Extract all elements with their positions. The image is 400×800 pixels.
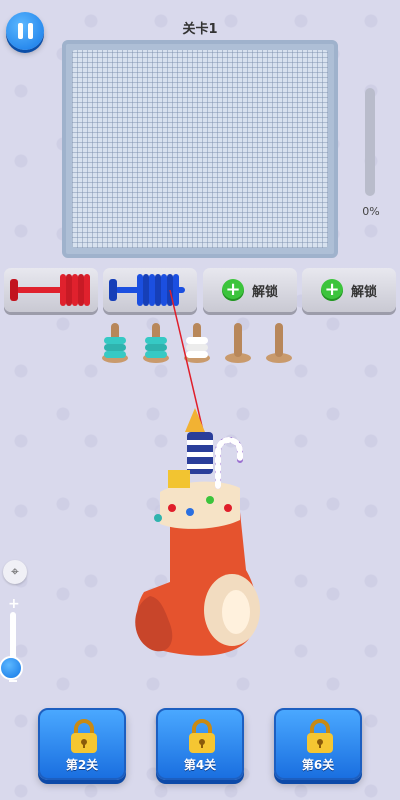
blue-coil <box>173 274 179 306</box>
level-title: 关卡1 <box>182 22 218 37</box>
level-label: 第4关 <box>183 758 217 772</box>
peg-1[interactable] <box>102 323 128 363</box>
red-spool-end <box>10 279 18 301</box>
crosshair-icon[interactable]: ⌖ <box>3 560 27 584</box>
knit-canvas <box>62 40 338 258</box>
blue-spool-end <box>109 279 117 301</box>
level-label: 第6关 <box>301 758 335 772</box>
gift-box <box>168 470 190 488</box>
level-button-4[interactable]: 第4关 <box>156 708 244 780</box>
unlock-label: 解锁 <box>350 284 377 300</box>
level-button-2[interactable]: 第2关 <box>38 708 126 780</box>
peg-4[interactable] <box>225 323 251 363</box>
rocket-toy <box>185 408 213 474</box>
unlock-slot-1[interactable]: + 解锁 <box>203 268 297 312</box>
peg-3[interactable] <box>184 323 210 363</box>
level-button-6[interactable]: 第6关 <box>274 708 362 780</box>
spool-slot-red[interactable] <box>4 268 98 312</box>
progress-bar <box>365 88 375 196</box>
progress-label: 0% <box>362 205 380 218</box>
zoom-control[interactable]: ⌖ + <box>0 560 27 690</box>
zoom-out-icon[interactable] <box>9 680 17 682</box>
unlock-slot-2[interactable]: + 解锁 <box>302 268 396 312</box>
spool-slot-blue[interactable] <box>103 268 197 312</box>
zoom-slider-knob[interactable] <box>0 656 23 680</box>
knit-grid <box>72 50 328 248</box>
level-label: 第2关 <box>65 758 99 772</box>
unlock-label: 解锁 <box>251 284 278 300</box>
sock <box>135 481 260 656</box>
plus-icon: + <box>221 279 244 301</box>
peg-5[interactable] <box>266 323 292 363</box>
candy-cane <box>215 437 243 489</box>
padlock-icon <box>71 719 97 753</box>
peg-2[interactable] <box>143 323 169 363</box>
red-coil <box>84 274 90 306</box>
padlock-icon <box>307 719 333 753</box>
thread-line <box>169 289 209 453</box>
padlock-icon <box>189 719 215 753</box>
plus-icon: + <box>320 279 343 301</box>
zoom-in-icon[interactable]: + <box>8 596 20 612</box>
